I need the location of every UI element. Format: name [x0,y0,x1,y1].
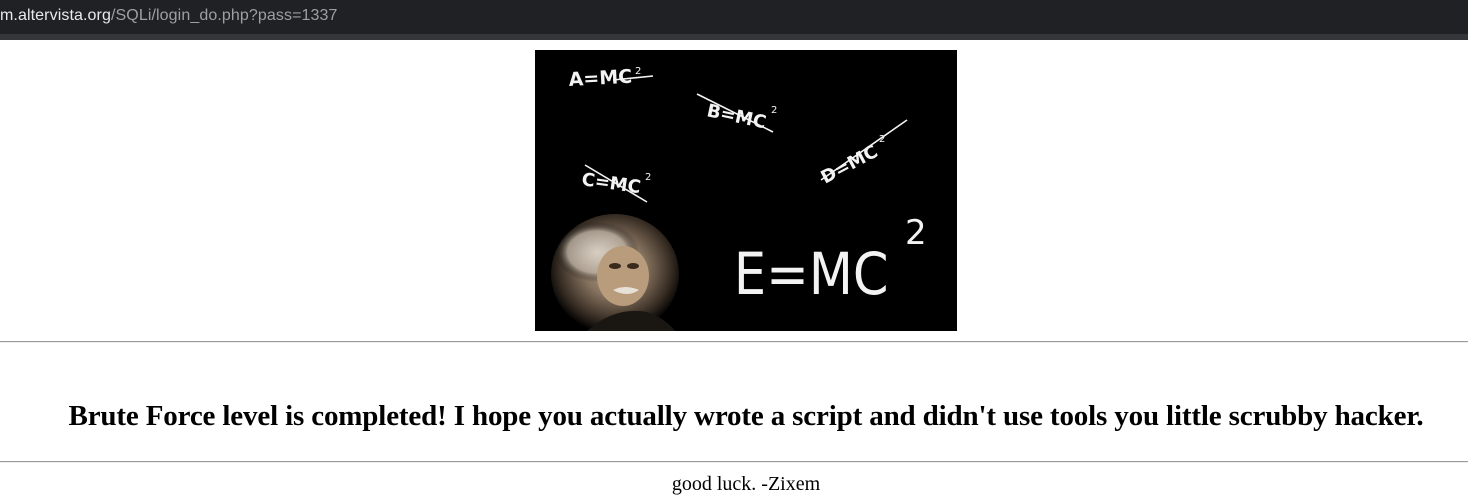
equation-b-sup: 2 [771,105,777,116]
divider-top [0,341,1468,343]
url-path: /SQLi/login_do.php?pass=1337 [110,7,338,24]
completion-headline: Brute Force level is completed! I hope y… [68,400,1424,432]
chalkboard-graphic: A=MC 2 B=MC 2 C=MC 2 D=MC 2 E=MC 2 [535,50,957,331]
divider-bottom [0,461,1468,463]
einstein-portrait [551,214,679,331]
equation-a-sup: 2 [635,66,641,77]
equation-e-sup: 2 [905,213,927,253]
equation-e: E=MC [734,240,889,308]
url-domain: m.altervista.org [0,7,111,24]
footer-signature: good luck. -Zixem [671,473,821,495]
browser-address-bar[interactable]: m.altervista.org/SQLi/login_do.php?pass=… [0,0,1468,40]
page-content: A=MC 2 B=MC 2 C=MC 2 D=MC 2 E=MC 2 Brute… [0,40,1468,501]
einstein-chalkboard-image: A=MC 2 B=MC 2 C=MC 2 D=MC 2 E=MC 2 [535,50,957,331]
equation-c-sup: 2 [645,172,651,183]
url-text[interactable]: m.altervista.org/SQLi/login_do.php?pass=… [0,6,338,26]
